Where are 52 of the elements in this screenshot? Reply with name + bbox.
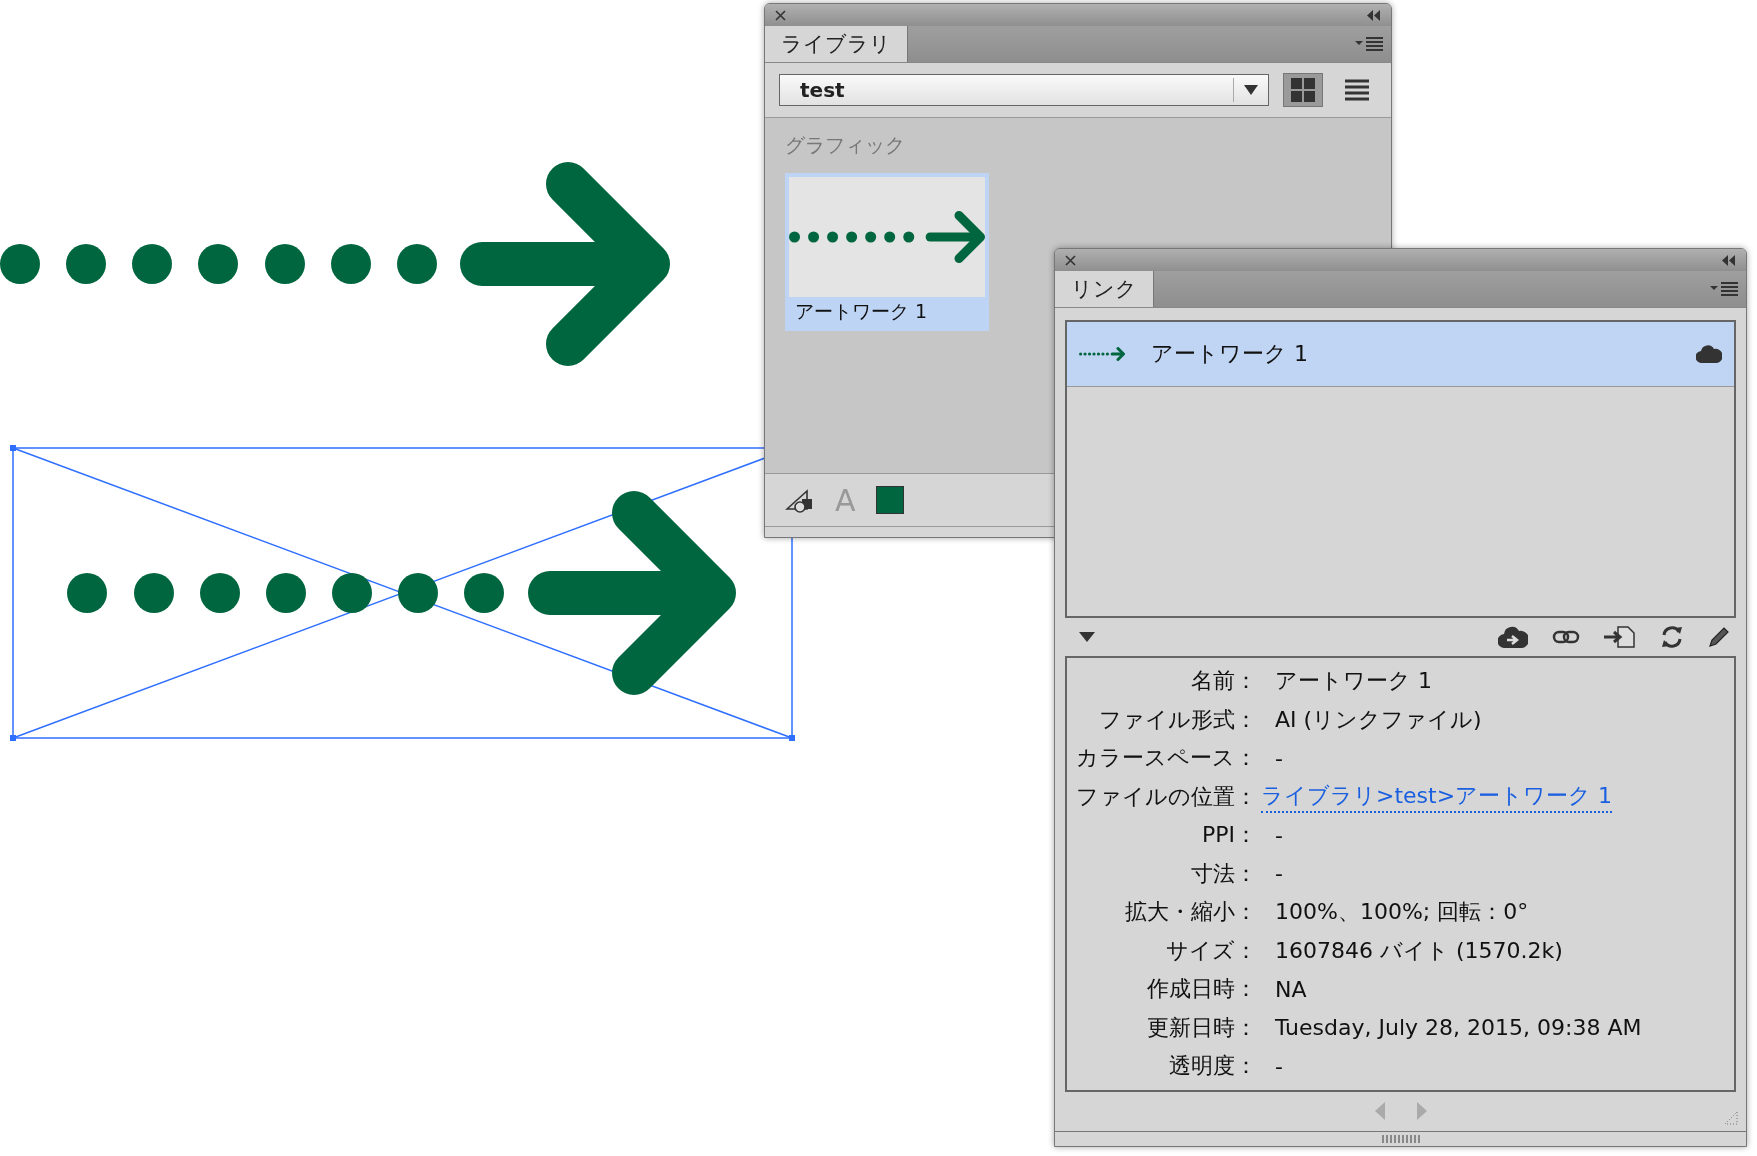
panel-tab[interactable]: ライブラリ [765, 26, 908, 62]
arrow-thumbnail-icon [1079, 347, 1125, 361]
panel-tab[interactable]: リンク [1055, 271, 1154, 307]
cloud-upload-icon[interactable] [1498, 626, 1528, 648]
bounding-box[interactable] [10, 445, 795, 741]
library-dropdown[interactable]: test [779, 74, 1269, 106]
info-label: ファイルの位置： [1075, 782, 1257, 811]
close-icon[interactable] [775, 9, 786, 21]
library-item[interactable]: アートワーク 1 [785, 173, 989, 331]
info-label: カラースペース： [1075, 744, 1257, 773]
info-label: 透明度： [1168, 1052, 1257, 1081]
info-value: - [1274, 1052, 1284, 1081]
grid-view-icon [1291, 78, 1315, 102]
info-value: - [1274, 744, 1284, 773]
cloud-icon [1696, 345, 1722, 363]
panel-menu-icon[interactable] [1355, 36, 1383, 52]
arrow-thumbnail-icon [789, 211, 985, 263]
info-value: AI (リンクファイル) [1274, 705, 1483, 734]
refresh-icon[interactable] [1660, 625, 1684, 649]
info-label: PPI： [1200, 821, 1257, 850]
info-label: 拡大・縮小： [1124, 898, 1257, 927]
info-value: 100%、100%; 回転：0° [1274, 898, 1530, 927]
drag-handle-icon[interactable] [1381, 1135, 1420, 1143]
collapse-icon[interactable] [1722, 254, 1736, 266]
close-icon[interactable] [1065, 254, 1076, 266]
info-label: 寸法： [1190, 859, 1257, 888]
info-label: 作成日時： [1146, 975, 1257, 1004]
list-view-icon [1345, 79, 1369, 101]
resize-grip-icon[interactable] [1724, 1111, 1738, 1125]
shapes-icon[interactable] [785, 487, 815, 513]
dropdown-caret-icon [1244, 85, 1258, 95]
info-label: サイズ： [1165, 936, 1257, 965]
link-icon[interactable] [1552, 629, 1580, 645]
info-value: 1607846 バイト (1570.2k) [1274, 936, 1564, 965]
info-value: アートワーク 1 [1274, 667, 1433, 696]
color-swatch[interactable] [875, 486, 904, 514]
info-label: ファイル形式： [1098, 705, 1257, 734]
view-mode-button[interactable] [1283, 73, 1323, 107]
place-file-icon[interactable] [1604, 626, 1636, 648]
disclosure-triangle-icon[interactable] [1079, 632, 1095, 642]
panel-menu-icon[interactable] [1710, 281, 1738, 297]
collapse-icon[interactable] [1367, 9, 1381, 21]
info-value: Tuesday, July 28, 2015, 09:38 AM [1274, 1014, 1643, 1043]
file-location-link[interactable]: ライブラリ>test>アートワーク 1 [1261, 780, 1613, 813]
info-label: 名前： [1190, 667, 1257, 696]
link-row[interactable]: アートワーク 1 [1067, 322, 1734, 387]
section-heading: グラフィック [785, 132, 906, 159]
pencil-icon[interactable] [1708, 626, 1730, 648]
info-label: 更新日時： [1146, 1013, 1257, 1042]
info-value: - [1274, 860, 1284, 889]
info-value: - [1274, 821, 1284, 850]
info-value: NA [1274, 975, 1308, 1004]
